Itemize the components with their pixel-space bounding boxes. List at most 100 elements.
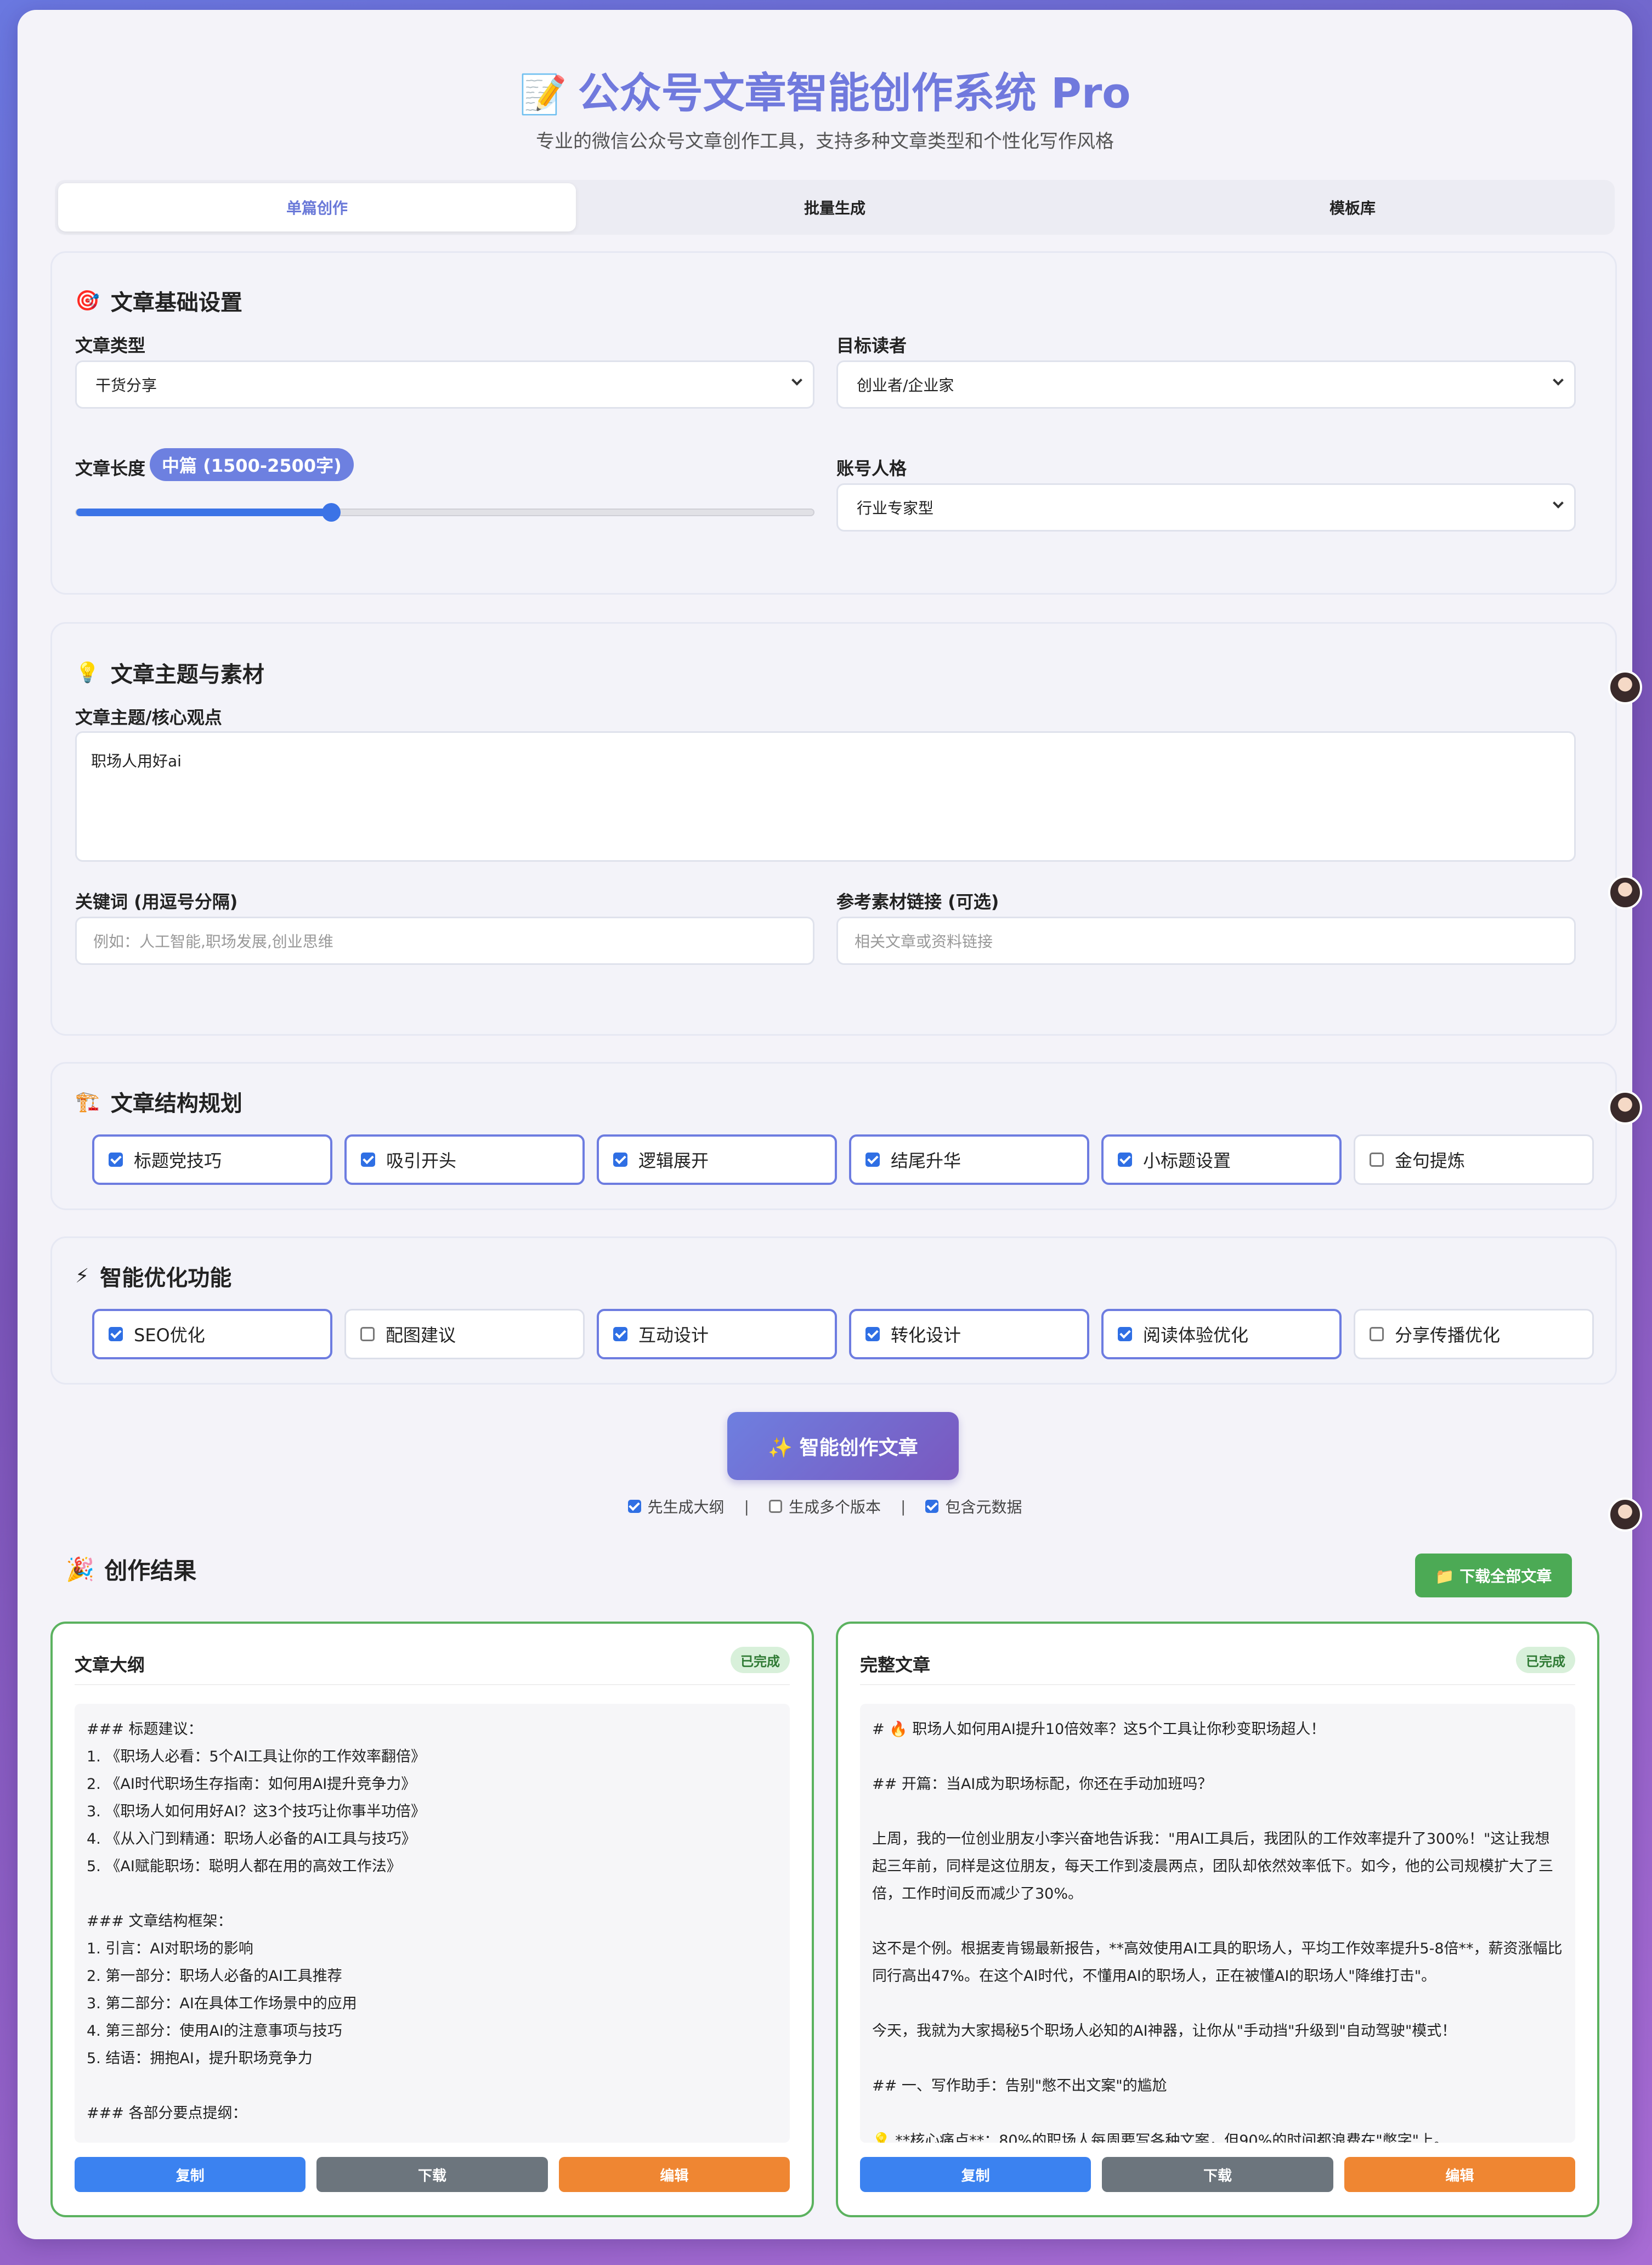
reference-input[interactable]: 相关文章或资料链接 — [836, 917, 1576, 965]
lightning-icon: ⚡ — [75, 1264, 89, 1287]
generate-options: 先生成大纲 | 生成多个版本 | 包含元数据 — [18, 1495, 1632, 1517]
structure-option[interactable]: 吸引开头 — [344, 1134, 585, 1185]
results-title: 🎉 创作结果 — [66, 1552, 196, 1586]
optimize-options: SEO优化 配图建议 互动设计 转化设计 阅读体验优化 分享传播优化 — [92, 1309, 1594, 1359]
status-badge: 已完成 — [731, 1647, 790, 1673]
optimize-option[interactable]: 配图建议 — [344, 1309, 585, 1359]
copy-button[interactable]: 复制 — [75, 2157, 306, 2192]
download-all-button[interactable]: 📁 下载全部文章 — [1415, 1554, 1572, 1597]
persona-select[interactable]: 行业专家型 — [836, 483, 1576, 532]
page-title-text: 公众号文章智能创作系统 Pro — [578, 69, 1131, 117]
theme-label: 文章主题/核心观点 — [75, 707, 222, 728]
option-label: 分享传播优化 — [1395, 1325, 1501, 1346]
checkbox-icon — [109, 1153, 123, 1167]
optimize-option[interactable]: SEO优化 — [92, 1309, 332, 1359]
party-popper-icon: 🎉 — [66, 1555, 95, 1583]
article-type-value: 干货分享 — [95, 376, 157, 394]
optimize-option[interactable]: 转化设计 — [849, 1309, 1089, 1359]
length-slider-thumb[interactable] — [322, 503, 341, 522]
option-label: 转化设计 — [891, 1325, 961, 1346]
article-panel-title: 完整文章 — [860, 1654, 931, 1675]
checkbox-icon — [109, 1327, 123, 1341]
target-reader-value: 创业者/企业家 — [857, 376, 954, 394]
checkbox-icon — [1118, 1327, 1132, 1341]
checkbox-icon — [1370, 1153, 1384, 1167]
download-button[interactable]: 下载 — [316, 2157, 548, 2192]
checkbox-icon — [768, 1500, 782, 1513]
tab-templates[interactable]: 模板库 — [1094, 183, 1611, 231]
option-label: 生成多个版本 — [788, 1498, 881, 1516]
optimize-option[interactable]: 阅读体验优化 — [1101, 1309, 1342, 1359]
reference-placeholder: 相关文章或资料链接 — [855, 933, 993, 951]
avatar[interactable] — [1608, 1091, 1642, 1125]
reference-label: 参考素材链接 (可选) — [836, 891, 999, 912]
status-badge: 已完成 — [1516, 1647, 1575, 1673]
optimize-option[interactable]: 分享传播优化 — [1354, 1309, 1594, 1359]
chevron-down-icon — [791, 375, 802, 386]
checkbox-icon — [865, 1327, 880, 1341]
results-title-text: 创作结果 — [104, 1557, 197, 1584]
persona-label: 账号人格 — [836, 458, 907, 479]
tab-single[interactable]: 单篇创作 — [58, 183, 576, 231]
tab-batch[interactable]: 批量生成 — [576, 183, 1094, 231]
persona-value: 行业专家型 — [857, 499, 934, 517]
checkbox-icon — [361, 1153, 375, 1167]
structure-title-text: 文章结构规划 — [110, 1091, 242, 1116]
mode-tabs: 单篇创作 批量生成 模板库 — [55, 180, 1615, 235]
main-card: 📝 公众号文章智能创作系统 Pro 专业的微信公众号文章创作工具，支持多种文章类型… — [18, 10, 1632, 2239]
avatar[interactable] — [1608, 670, 1642, 704]
theme-textarea[interactable]: 职场人用好ai — [75, 731, 1576, 862]
structure-option[interactable]: 金句提炼 — [1354, 1134, 1594, 1185]
target-icon: 🎯 — [75, 290, 100, 312]
outline-content[interactable]: ### 标题建议： 1. 《职场人必看：5个AI工具让你的工作效率翻倍》 2. … — [75, 1704, 790, 2143]
article-type-select[interactable]: 干货分享 — [75, 360, 814, 409]
article-actions: 复制 下载 编辑 — [860, 2157, 1575, 2192]
download-button[interactable]: 下载 — [1102, 2157, 1333, 2192]
option-label: 配图建议 — [386, 1325, 456, 1346]
target-reader-label: 目标读者 — [836, 335, 907, 356]
avatar[interactable] — [1608, 1498, 1642, 1532]
checkbox-icon — [925, 1500, 939, 1513]
topic-section-title: 💡 文章主题与素材 — [75, 657, 264, 688]
option-label: 包含元数据 — [945, 1498, 1022, 1516]
structure-option[interactable]: 结尾升华 — [849, 1134, 1089, 1185]
optimize-option[interactable]: 互动设计 — [597, 1309, 837, 1359]
option-label: 标题党技巧 — [134, 1150, 222, 1171]
structure-options: 标题党技巧 吸引开头 逻辑展开 结尾升华 小标题设置 金句提炼 — [92, 1134, 1594, 1185]
length-slider[interactable] — [75, 503, 814, 522]
option-label: 结尾升华 — [891, 1150, 961, 1171]
length-slider-fill — [76, 509, 332, 516]
structure-option[interactable]: 逻辑展开 — [597, 1134, 837, 1185]
generate-article-button[interactable]: ✨ 智能创作文章 — [727, 1412, 959, 1480]
topic-title-text: 文章主题与素材 — [110, 662, 264, 687]
copy-button[interactable]: 复制 — [860, 2157, 1091, 2192]
option-label: 逻辑展开 — [638, 1150, 709, 1171]
option-label: 互动设计 — [638, 1325, 709, 1346]
structure-option[interactable]: 标题党技巧 — [92, 1134, 332, 1185]
avatar[interactable] — [1608, 876, 1642, 910]
optimize-title-text: 智能优化功能 — [100, 1266, 232, 1291]
keywords-placeholder: 例如：人工智能,职场发展,创业思维 — [93, 933, 333, 951]
keywords-label: 关键词 (用逗号分隔) — [75, 891, 238, 912]
construction-icon: 🏗️ — [75, 1091, 100, 1113]
outline-panel-title: 文章大纲 — [75, 1654, 145, 1675]
keywords-input[interactable]: 例如：人工智能,职场发展,创业思维 — [75, 917, 814, 965]
option-outline-first[interactable]: 先生成大纲 — [627, 1495, 725, 1517]
target-reader-select[interactable]: 创业者/企业家 — [836, 360, 1576, 409]
option-label: 吸引开头 — [386, 1150, 457, 1171]
edit-button[interactable]: 编辑 — [1344, 2157, 1575, 2192]
basic-settings-title-text: 文章基础设置 — [110, 290, 242, 315]
option-multiple-versions[interactable]: 生成多个版本 — [768, 1495, 881, 1517]
structure-option[interactable]: 小标题设置 — [1101, 1134, 1342, 1185]
checkbox-icon — [1370, 1327, 1384, 1341]
checkbox-icon — [360, 1327, 375, 1341]
page-title: 📝 公众号文章智能创作系统 Pro — [18, 59, 1632, 120]
option-metadata[interactable]: 包含元数据 — [925, 1495, 1022, 1517]
option-label: 金句提炼 — [1395, 1150, 1466, 1171]
article-panel: 完整文章 已完成 # 🔥 职场人如何用AI提升10倍效率？这5个工具让你秒变职场… — [836, 1622, 1599, 2217]
article-content[interactable]: # 🔥 职场人如何用AI提升10倍效率？这5个工具让你秒变职场超人！ ## 开篇… — [860, 1704, 1575, 2143]
structure-section-title: 🏗️ 文章结构规划 — [75, 1086, 242, 1117]
optimize-section-title: ⚡ 智能优化功能 — [75, 1260, 231, 1292]
basic-settings-title: 🎯 文章基础设置 — [75, 285, 242, 317]
edit-button[interactable]: 编辑 — [558, 2157, 790, 2192]
